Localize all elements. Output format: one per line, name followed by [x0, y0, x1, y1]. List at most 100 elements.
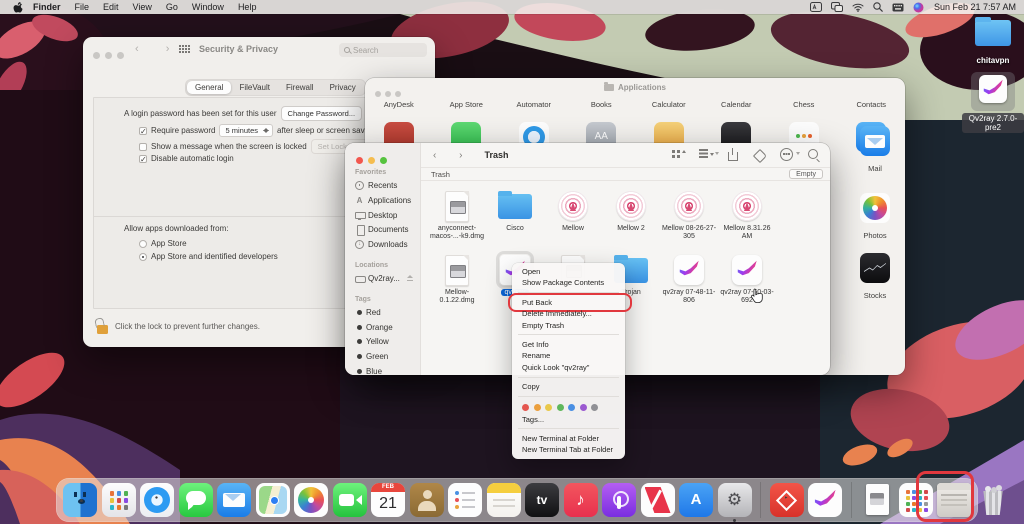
keyboard-icon[interactable] [892, 3, 904, 12]
dock-icon-reminders[interactable] [448, 483, 482, 517]
file-mellow-2[interactable]: Mellow 2 [602, 189, 660, 233]
dock-icon-launchpad[interactable] [102, 483, 136, 517]
dock-icon-contacts[interactable] [410, 483, 444, 517]
view-options-icon[interactable] [672, 148, 685, 161]
siri-icon[interactable] [913, 2, 924, 13]
file-anyconnect-macos-k9-dmg[interactable]: anyconnect-macos-...-k9.dmg [428, 189, 486, 241]
close-button[interactable] [356, 157, 363, 164]
context-menu-item-rename[interactable]: Rename [512, 350, 625, 361]
context-menu-item-copy[interactable]: Copy [512, 381, 625, 392]
context-menu-item-new-terminal-at-folder[interactable]: New Terminal at Folder [512, 433, 625, 444]
file-mellow-8-31-26-am[interactable]: Mellow 8.31.26 AM [718, 189, 776, 241]
more-actions-icon[interactable] [780, 148, 793, 161]
app-icon-photos[interactable]: Photos [843, 193, 907, 240]
menu-item-edit[interactable]: Edit [103, 2, 119, 12]
apple-menu-icon[interactable] [12, 2, 23, 13]
tag-color-dot[interactable] [557, 404, 564, 411]
eject-icon[interactable] [407, 275, 414, 282]
zoom-button[interactable] [395, 91, 401, 97]
search-icon[interactable] [807, 148, 820, 161]
file-qv2ray-07-50-03-692[interactable]: qv2ray 07-50-03-692 [718, 253, 776, 305]
dock-icon-messages[interactable] [179, 483, 213, 517]
back-forward-buttons[interactable]: ‹ › [433, 150, 472, 161]
dock-icon-safari[interactable] [140, 483, 174, 517]
tag-color-dot[interactable] [568, 404, 575, 411]
tab-filevault[interactable]: FileVault [231, 81, 278, 94]
tag-color-dot[interactable] [591, 404, 598, 411]
tab-general[interactable]: General [187, 81, 231, 94]
tab-firewall[interactable]: Firewall [278, 81, 322, 94]
sidebar-item-yellow[interactable]: Yellow [355, 337, 389, 346]
tag-color-dot[interactable] [545, 404, 552, 411]
require-password-checkbox[interactable] [139, 127, 147, 135]
context-menu-item-show-package-contents[interactable]: Show Package Contents [512, 277, 625, 288]
empty-trash-button[interactable]: Empty [789, 169, 823, 179]
app-icon-stocks[interactable]: Stocks [843, 253, 907, 300]
dock-icon-news[interactable] [641, 483, 675, 517]
context-menu-item-get-info[interactable]: Get Info [512, 339, 625, 350]
sidebar-item-qv2ray[interactable]: Qv2ray... [355, 274, 414, 283]
menu-item-window[interactable]: Window [192, 2, 224, 12]
menu-item-file[interactable]: File [75, 2, 90, 12]
dock-icon-podcasts[interactable] [602, 483, 636, 517]
context-menu-item-delete-immediately[interactable]: Delete Immediately... [512, 308, 625, 319]
file-mellow-08-26-27-305[interactable]: Mellow 08-26-27-305 [660, 189, 718, 241]
context-menu-item-tags[interactable]: Tags... [512, 414, 625, 425]
file-mellow[interactable]: Mellow [544, 189, 602, 233]
require-password-delay-select[interactable]: 5 minutes [219, 124, 273, 137]
sidebar-item-desktop[interactable]: Desktop [355, 211, 397, 220]
close-button[interactable] [93, 52, 100, 59]
dock-icon-trash[interactable] [976, 483, 1010, 517]
context-menu-item-quick-look-qv2ray[interactable]: Quick Look "qv2ray" [512, 362, 625, 373]
file-cisco[interactable]: Cisco [486, 189, 544, 233]
appstore-radio[interactable] [139, 240, 147, 248]
dock-icon-minimized-window[interactable] [937, 483, 971, 517]
dock-icon-qv2ray[interactable] [808, 483, 842, 517]
desktop-icon-qv2ray[interactable]: Qv2ray 2.7.0-pre2 [962, 72, 1024, 135]
menu-item-go[interactable]: Go [166, 2, 178, 12]
file-qv2ray-07-48-11-806[interactable]: qv2ray 07-48-11-806 [660, 253, 718, 305]
dock-icon-system-preferences[interactable]: ⚙ [718, 483, 752, 517]
group-by-icon[interactable] [699, 148, 712, 161]
applications-titlebar[interactable]: Applications [365, 78, 905, 96]
dock-icon-tv[interactable]: tv [525, 483, 559, 517]
file-mellow-0-1-22-dmg[interactable]: Mellow-0.1.22.dmg [428, 253, 486, 305]
context-menu-item-new-terminal-tab-at-folder[interactable]: New Terminal Tab at Folder [512, 444, 625, 455]
minimize-button[interactable] [105, 52, 112, 59]
sidebar-item-blue[interactable]: Blue [355, 367, 382, 375]
identified-developers-radio[interactable] [139, 253, 147, 261]
lock-icon[interactable] [97, 325, 108, 334]
search-field[interactable]: Search [339, 43, 427, 57]
close-button[interactable] [375, 91, 381, 97]
spotlight-icon[interactable] [873, 2, 883, 12]
dock-icon-maps[interactable] [256, 483, 290, 517]
dock-icon-photos[interactable] [294, 483, 328, 517]
zoom-button[interactable] [117, 52, 124, 59]
sidebar-item-recents[interactable]: Recents [355, 181, 397, 190]
dock-icon-notes[interactable] [487, 483, 521, 517]
disable-autologin-checkbox[interactable] [139, 155, 147, 163]
security-titlebar[interactable]: ‹ › Security & Privacy Search [83, 37, 435, 63]
context-menu-item-put-back[interactable]: Put Back [512, 297, 625, 308]
context-menu-item-open[interactable]: Open [512, 266, 625, 277]
input-source-icon[interactable] [810, 2, 822, 12]
zoom-button[interactable] [380, 157, 387, 164]
tag-color-dot[interactable] [534, 404, 541, 411]
minimize-button[interactable] [368, 157, 375, 164]
sidebar-item-applications[interactable]: Applications [355, 196, 411, 205]
tag-color-dot[interactable] [522, 404, 529, 411]
menu-item-help[interactable]: Help [238, 2, 257, 12]
lock-message-checkbox[interactable] [139, 143, 147, 151]
dock-icon-downloads-stack[interactable] [899, 483, 933, 517]
sidebar-item-red[interactable]: Red [355, 308, 381, 317]
active-app-menu[interactable]: Finder [33, 2, 61, 12]
share-icon[interactable] [726, 148, 739, 161]
minimize-button[interactable] [385, 91, 391, 97]
dock-icon-dmg-document[interactable] [860, 483, 894, 517]
tag-color-dot[interactable] [580, 404, 587, 411]
dock-icon-calendar[interactable]: FEB21 [371, 483, 405, 517]
back-forward-buttons[interactable]: ‹ › [135, 43, 181, 55]
dock-icon-appstore[interactable]: A [679, 483, 713, 517]
app-icon-mail[interactable]: Mail [843, 126, 907, 173]
dock-icon-finder[interactable] [63, 483, 97, 517]
